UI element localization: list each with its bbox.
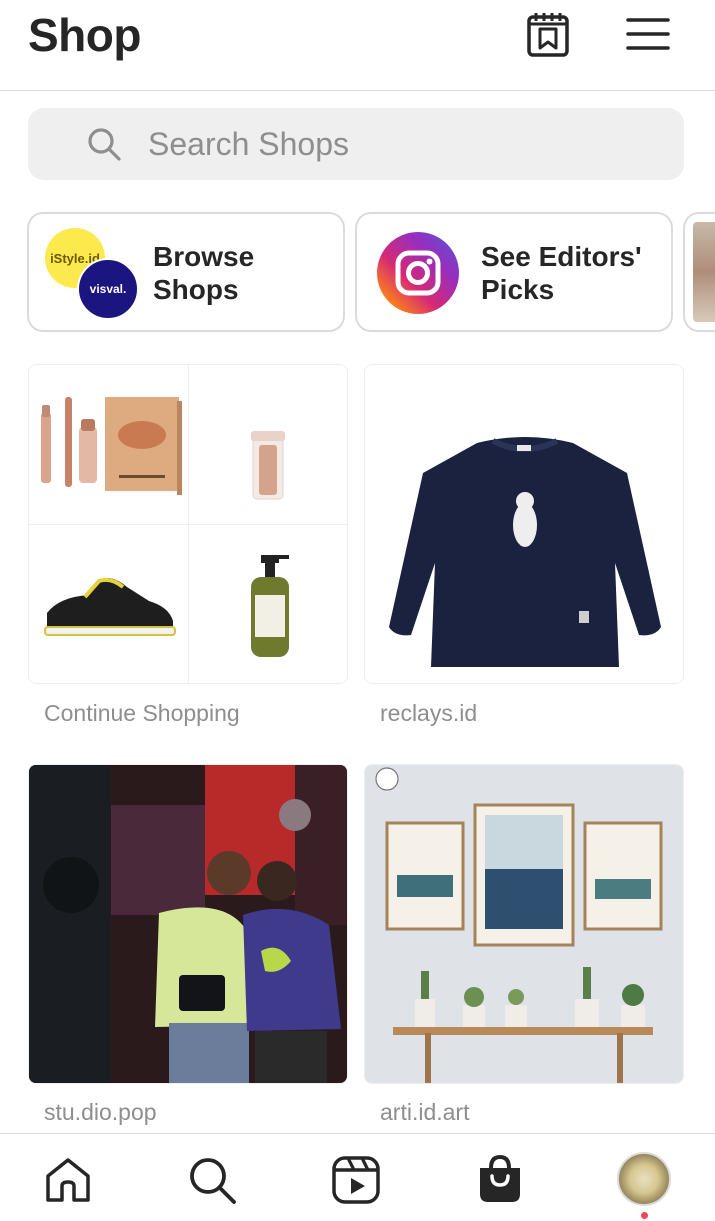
visval-logo: visval. (77, 258, 139, 320)
collage-divider (29, 524, 347, 525)
header: Shop (0, 0, 715, 91)
browse-shops-label-line1: Browse (153, 241, 255, 272)
continue-shopping-label: Continue Shopping (44, 700, 240, 726)
home-icon (46, 1158, 90, 1202)
studio-pop-shop-label: stu.dio.pop (44, 1099, 157, 1125)
wishlist-button[interactable] (526, 12, 570, 58)
sneaker-image (29, 525, 188, 683)
chip-thumbnail (693, 222, 715, 322)
profile-avatar[interactable] (617, 1152, 671, 1206)
editors-picks-chip[interactable]: See Editors' Picks (355, 212, 673, 332)
studio-pop-photo (29, 765, 347, 1083)
nav-home-button[interactable] (42, 1154, 94, 1206)
notification-dot (641, 1212, 648, 1219)
reclays-shop-tile[interactable] (364, 364, 684, 684)
page-title: Shop (28, 9, 141, 61)
wishlist-bookmark-icon (527, 13, 569, 57)
hamburger-menu-icon (626, 18, 670, 50)
reels-icon (332, 1156, 380, 1204)
editors-picks-label: See Editors' Picks (481, 240, 642, 306)
nav-shop-button[interactable] (474, 1154, 526, 1206)
search-icon (190, 1158, 236, 1204)
lip-products-image (29, 365, 188, 524)
browse-shops-label-line2: Shops (153, 274, 239, 305)
search-bar[interactable] (28, 108, 684, 180)
editors-picks-label-line1: See Editors' (481, 241, 642, 272)
editors-picks-label-line2: Picks (481, 274, 555, 305)
nav-reels-button[interactable] (330, 1154, 382, 1206)
search-input[interactable] (148, 108, 668, 180)
sweatshirt-image (365, 365, 683, 683)
arti-art-shop-label: arti.id.art (380, 1099, 470, 1125)
studio-pop-shop-tile[interactable] (28, 764, 348, 1084)
gloss-tube-image (189, 365, 347, 524)
arti-art-shop-tile[interactable] (364, 764, 684, 1084)
bottle-image (189, 525, 347, 683)
nav-search-button[interactable] (186, 1154, 238, 1206)
instagram-logo-icon (377, 232, 459, 314)
continue-shopping-tile[interactable] (28, 364, 348, 684)
next-chip-partial[interactable] (683, 212, 715, 332)
menu-button[interactable] (626, 14, 670, 54)
wall-art-photo (365, 765, 683, 1083)
bottom-navigation (0, 1133, 715, 1221)
browse-shops-label: Browse Shops (153, 240, 254, 306)
browse-shops-chip[interactable]: iStyle.id visval. Browse Shops (27, 212, 345, 332)
reclays-shop-label: reclays.id (380, 700, 478, 726)
search-icon (88, 128, 121, 161)
shop-bag-icon (480, 1154, 520, 1202)
